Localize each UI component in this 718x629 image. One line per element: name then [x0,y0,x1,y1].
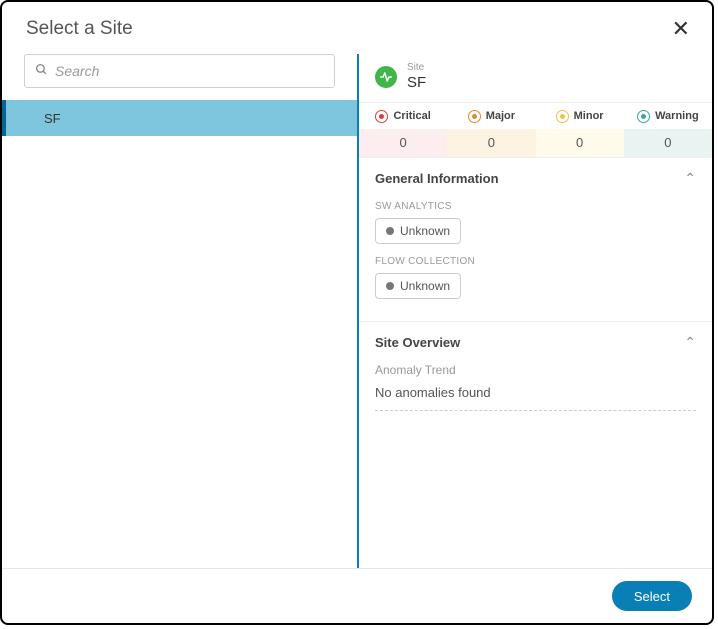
chevron-up-icon: ⌃ [684,334,696,351]
site-detail-panel: Site SF Critical 0 Major 0 Minor 0 [359,54,712,568]
anomaly-trend-label: Anomaly Trend [375,363,696,377]
search-box[interactable] [24,54,335,88]
warning-icon [637,110,650,123]
select-button[interactable]: Select [612,581,692,611]
severity-major: Major 0 [447,103,535,157]
severity-value: 0 [624,129,712,157]
severity-value: 0 [359,129,447,157]
search-icon [35,63,48,79]
severity-value: 0 [536,129,624,157]
sw-analytics-value: Unknown [375,218,461,244]
severity-label: Critical [393,110,430,122]
site-status-icon [375,66,397,88]
severity-critical: Critical 0 [359,103,447,157]
site-kind-label: Site [407,62,426,74]
site-list-item-label: SF [44,111,61,126]
site-overview-section: Site Overview ⌃ Anomaly Trend No anomali… [359,321,712,423]
close-icon[interactable]: ✕ [670,18,692,40]
site-list-panel: SF [2,54,359,568]
site-name: SF [407,74,426,92]
site-list: SF [2,100,357,568]
severity-warning: Warning 0 [624,103,712,157]
severity-label: Minor [574,110,604,122]
status-dot-icon [386,282,394,290]
site-list-item[interactable]: SF [2,100,357,136]
severity-row: Critical 0 Major 0 Minor 0 Warning 0 [359,102,712,157]
pill-text: Unknown [400,224,450,238]
section-header-general[interactable]: General Information ⌃ [359,158,712,199]
section-title: Site Overview [375,335,460,350]
section-header-overview[interactable]: Site Overview ⌃ [359,322,712,363]
dialog-footer: Select [2,569,712,623]
dialog-header: Select a Site ✕ [2,2,712,54]
severity-minor: Minor 0 [536,103,624,157]
pill-text: Unknown [400,279,450,293]
select-site-dialog: Select a Site ✕ SF [0,0,714,625]
sw-analytics-label: SW ANALYTICS [375,201,696,212]
major-icon [468,110,481,123]
section-title: General Information [375,171,499,186]
search-input[interactable] [55,63,324,79]
site-title-block: Site SF [407,62,426,92]
minor-icon [556,110,569,123]
dialog-body: SF Site SF Critical 0 Major [2,54,712,569]
dialog-title: Select a Site [26,18,133,40]
chevron-up-icon: ⌃ [684,170,696,187]
severity-value: 0 [447,129,535,157]
severity-label: Warning [655,110,699,122]
flow-collection-label: FLOW COLLECTION [375,256,696,267]
critical-icon [375,110,388,123]
search-wrapper [2,54,357,100]
site-header: Site SF [359,54,712,102]
overview-section-body: Anomaly Trend No anomalies found [359,363,712,423]
general-information-section: General Information ⌃ SW ANALYTICS Unkno… [359,157,712,321]
general-section-body: SW ANALYTICS Unknown FLOW COLLECTION Unk… [359,201,712,321]
severity-label: Major [486,110,515,122]
anomaly-trend-text: No anomalies found [375,385,696,411]
status-dot-icon [386,227,394,235]
flow-collection-value: Unknown [375,273,461,299]
